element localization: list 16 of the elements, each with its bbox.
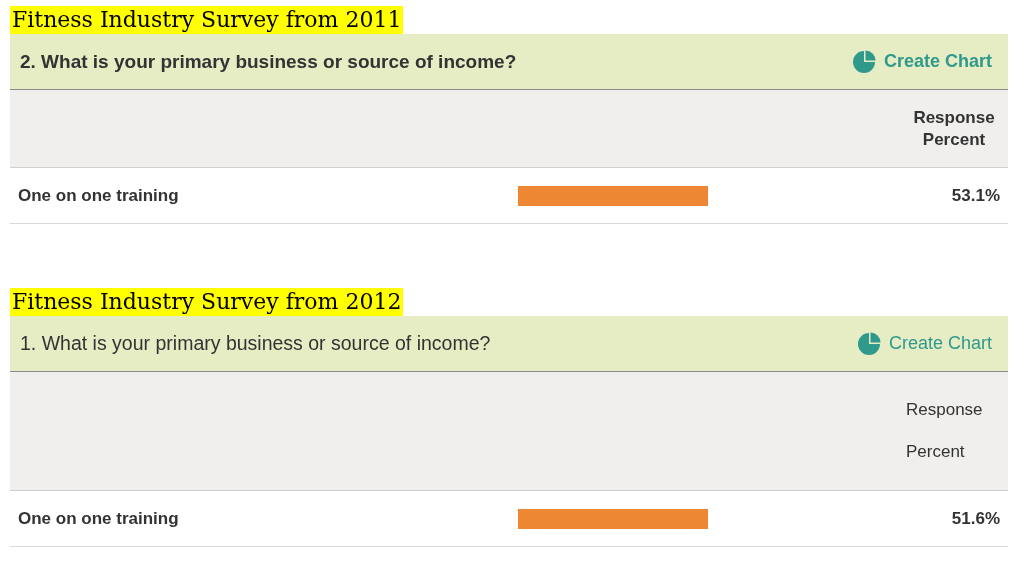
question-title: 1. What is your primary business or source of income?	[20, 332, 491, 355]
column-title: Response	[906, 399, 984, 421]
survey-heading: Fitness Industry Survey from 2011	[10, 6, 404, 34]
question-title: 2. What is your primary business or source of income?	[20, 50, 517, 73]
answer-label: One on one training	[18, 185, 180, 206]
response-percent: 51.6%	[950, 508, 1001, 529]
answer-label: One on one training	[18, 508, 180, 529]
response-percent: 53.1%	[950, 185, 1001, 206]
survey-heading: Fitness Industry Survey from 2012	[10, 288, 404, 316]
column-title: Percent	[906, 441, 966, 463]
column-title: Percent	[921, 128, 987, 151]
pie-chart-icon	[856, 331, 881, 356]
create-chart-link[interactable]: Create Chart	[856, 331, 992, 356]
create-chart-link[interactable]: Create Chart	[851, 49, 992, 74]
pie-chart-icon	[851, 49, 876, 74]
column-title: Response	[912, 106, 996, 129]
